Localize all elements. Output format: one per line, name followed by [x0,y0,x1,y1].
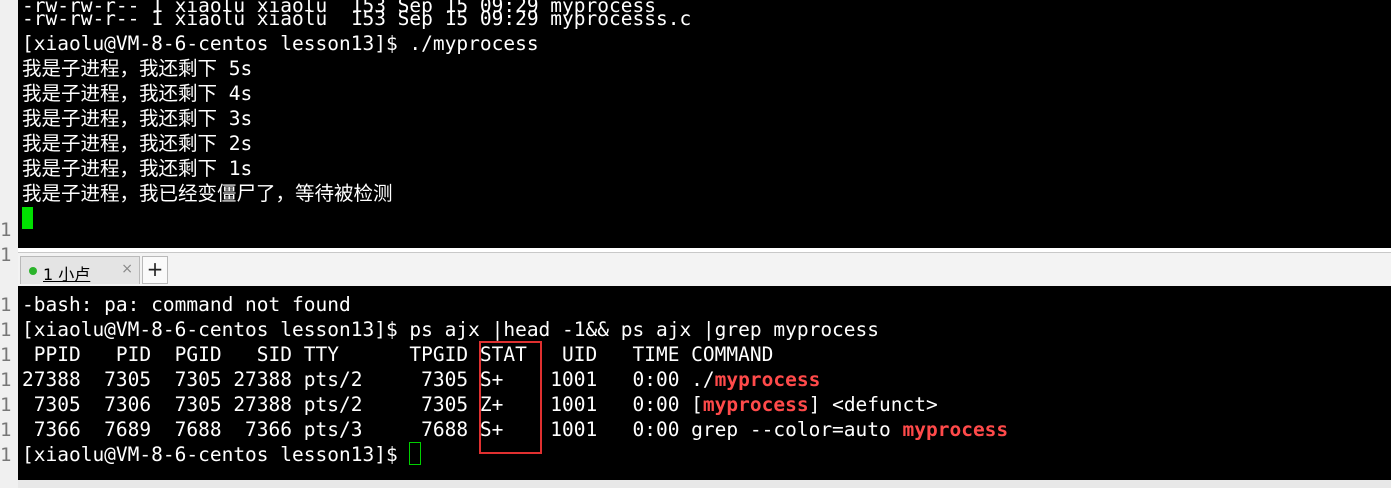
stat-column-highlight-box [479,341,542,454]
bottom-terminal-pane[interactable]: -bash: pa: command not found [xiaolu@VM-… [18,286,1391,480]
terminal-line: -rw-rw-r-- 1 xiaolu xiaolu 153 Sep 15 09… [22,7,692,30]
terminal-prompt-line: [xiaolu@VM-8-6-centos lesson13]$ ./mypro… [22,32,539,55]
top-terminal-pane[interactable]: -rw-rw-r-- 1 xiaolu xiaolu 153 Sep 15 09… [18,0,1391,248]
connected-status-icon [29,267,37,275]
session-tab-bar: 1 小卢 × + [18,252,1391,288]
session-tab-label: 1 小卢 [43,265,91,284]
terminal-cursor-line [22,206,33,231]
terminal-output-line: 我是子进程，我还剩下 1s [22,157,253,180]
prompt-text: [xiaolu@VM-8-6-centos lesson13]$ [22,443,410,466]
ps-row-text: 7366 7689 7688 7366 pts/3 7688 S+ 1001 0… [22,418,903,441]
gutter-digit: 1 [0,219,12,241]
terminal-prompt-line: [xiaolu@VM-8-6-centos lesson13]$ ps ajx … [22,318,880,341]
terminal-output-line: 我是子进程，我还剩下 4s [22,82,253,105]
grep-match: myprocess [714,368,821,391]
terminal-cursor [22,207,33,229]
gutter-digit: 1 [0,419,12,441]
ps-row: 27388 7305 7305 27388 pts/2 7305 S+ 1001… [22,367,820,392]
ps-row-suffix: ] <defunct> [808,393,938,416]
terminal-output-line: 我是子进程，我已经变僵尸了，等待被检测 [22,182,393,205]
terminal-output-line: 我是子进程，我还剩下 5s [22,57,253,80]
editor-gutter: 1 1 1 1 1 1 1 1 1 [0,0,18,488]
gutter-digit: 1 [0,244,12,266]
window-bottom-edge [18,480,1391,488]
new-tab-button[interactable]: + [142,256,168,284]
ps-row-text: 7305 7306 7305 27388 pts/2 7305 Z+ 1001 … [22,393,703,416]
terminal-output-line: 我是子进程，我还剩下 3s [22,107,253,130]
gutter-digit: 1 [0,319,12,341]
ps-header-line: PPID PID PGID SID TTY TPGID STAT UID TIM… [22,343,774,366]
grep-match: myprocess [702,393,809,416]
terminal-error-line: -bash: pa: command not found [22,293,351,316]
gutter-digit: 1 [0,394,12,416]
terminal-output-line: 我是子进程，我还剩下 2s [22,132,253,155]
terminal-prompt-line: [xiaolu@VM-8-6-centos lesson13]$ [22,442,422,467]
session-tab[interactable]: 1 小卢 × [20,256,140,284]
grep-match: myprocess [902,418,1009,441]
gutter-digit: 1 [0,294,12,316]
gutter-digit: 1 [0,344,12,366]
gutter-digit: 1 [0,369,12,391]
gutter-digit: 1 [0,444,12,466]
terminal-cursor [409,442,422,465]
close-tab-icon[interactable]: × [121,261,133,277]
ps-row-text: 27388 7305 7305 27388 pts/2 7305 S+ 1001… [22,368,715,391]
